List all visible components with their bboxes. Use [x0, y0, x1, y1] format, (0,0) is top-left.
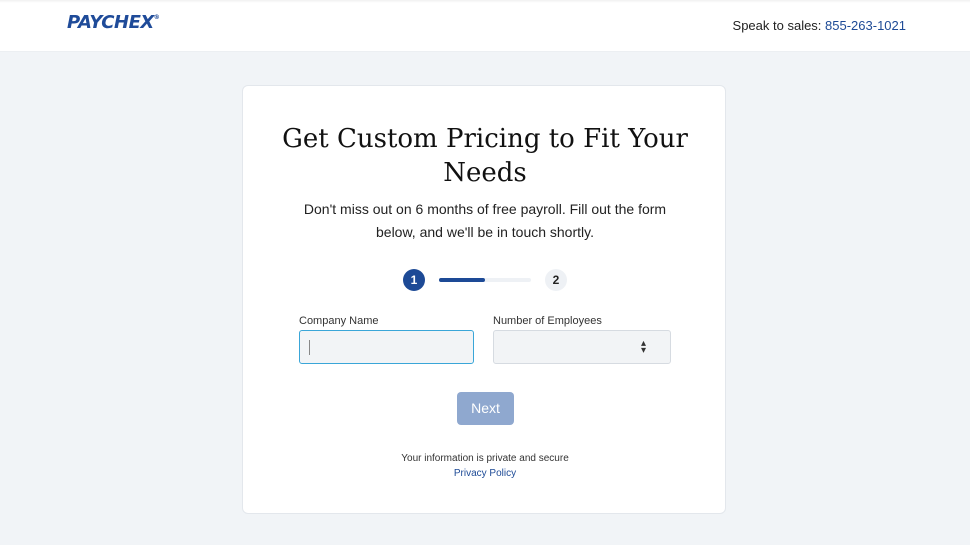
logo-text: PAYCHEX: [67, 12, 154, 33]
site-header: PAYCHEX® Speak to sales: 855-263-1021: [0, 0, 970, 51]
next-button[interactable]: Next: [457, 392, 514, 425]
employees-label: Number of Employees: [493, 315, 602, 327]
page-subtitle: Don't miss out on 6 months of free payro…: [303, 201, 667, 240]
sales-label: Speak to sales:: [732, 18, 826, 33]
logo-registered-mark: ®: [153, 14, 160, 21]
step-2-indicator: 2: [545, 269, 567, 291]
step-progress-bar: [439, 278, 531, 282]
company-name-label: Company Name: [299, 315, 379, 327]
header-shadow: [0, 0, 970, 3]
step-1-indicator: 1: [403, 269, 425, 291]
sales-contact: Speak to sales: 855-263-1021: [733, 18, 906, 33]
employees-select[interactable]: ▴ ▾: [493, 330, 671, 364]
page-title: Get Custom Pricing to Fit Your Needs: [282, 124, 688, 188]
pricing-form-card: Get Custom Pricing to Fit Your Needs Don…: [242, 85, 726, 514]
company-name-input[interactable]: [299, 330, 474, 364]
text-caret: [309, 340, 310, 355]
select-chevron-icon: ▴ ▾: [640, 338, 646, 356]
step-progress-fill: [439, 278, 485, 282]
paychex-logo[interactable]: PAYCHEX®: [67, 12, 160, 33]
privacy-policy-link[interactable]: Privacy Policy: [243, 468, 727, 479]
sales-phone-link[interactable]: 855-263-1021: [825, 18, 906, 33]
privacy-note: Your information is private and secure: [401, 453, 569, 464]
